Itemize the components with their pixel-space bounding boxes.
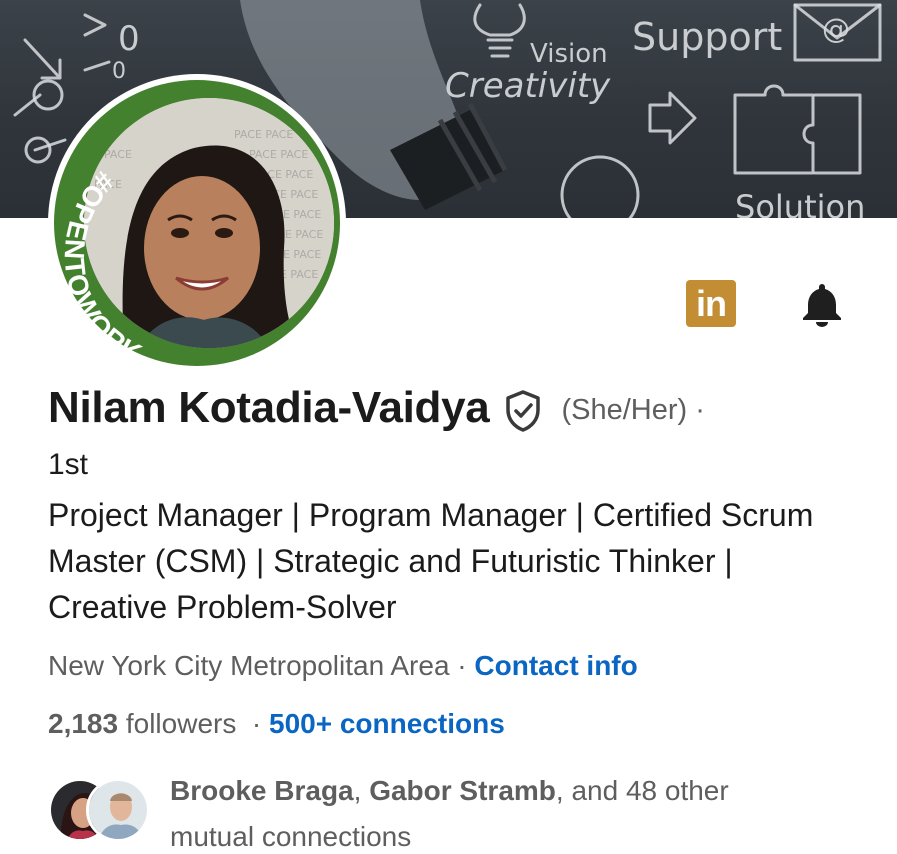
connections-separator: · xyxy=(236,708,270,739)
svg-text:Vision: Vision xyxy=(530,39,608,69)
linkedin-profile-button[interactable]: in xyxy=(686,280,736,327)
svg-text:Solution: Solution xyxy=(735,188,865,218)
followers-label: followers xyxy=(118,708,237,739)
connection-degree: 1st xyxy=(48,448,89,481)
verified-shield-icon[interactable] xyxy=(503,389,543,433)
svg-text:Support: Support xyxy=(632,15,782,59)
followers-count: 2,183 xyxy=(48,708,119,739)
contact-info-link[interactable]: Contact info xyxy=(474,650,637,681)
svg-text:#OPENTOWORK: #OPENTOWORK xyxy=(58,166,147,366)
profile-name: Nilam Kotadia-Vaidya xyxy=(48,383,490,432)
svg-text:0: 0 xyxy=(118,19,140,59)
mutual-name-2: Gabor Stramb xyxy=(369,775,556,806)
pronouns: (She/Her) · xyxy=(561,393,705,426)
location-separator: · xyxy=(449,650,475,681)
name-row: Nilam Kotadia-Vaidya (She/Her) · xyxy=(48,383,705,433)
svg-text:Creativity: Creativity xyxy=(445,66,611,106)
open-to-work-badge: #OPENTOWORK xyxy=(58,166,147,366)
svg-text:@: @ xyxy=(822,12,850,45)
mutual-name-1: Brooke Braga xyxy=(170,775,354,806)
open-to-work-frame: PACE PACE PACE PACE PACE PACE PACE PACE PA… xyxy=(54,80,340,366)
mutual-connections-avatars[interactable] xyxy=(48,778,158,844)
mutual-connections-text[interactable]: Brooke Braga, Gabor Stramb, and 48 other… xyxy=(170,768,810,854)
bell-icon xyxy=(803,284,841,327)
linkedin-logo-icon: in xyxy=(696,282,727,324)
profile-headline: Project Manager | Program Manager | Cert… xyxy=(48,497,814,625)
profile-photo[interactable]: PACE PACE PACE PACE PACE PACE PACE PACE PA… xyxy=(48,74,346,372)
connections-link[interactable]: 500+ connections xyxy=(269,708,505,739)
followers-row: 2,183 followers · 500+ connections xyxy=(48,708,505,740)
mutual-separator: , xyxy=(353,775,370,806)
location-row: New York City Metropolitan Area · Contac… xyxy=(48,650,638,682)
mutual-avatar-2 xyxy=(86,778,150,842)
location: New York City Metropolitan Area xyxy=(48,650,450,681)
notification-bell-button[interactable] xyxy=(797,278,847,328)
